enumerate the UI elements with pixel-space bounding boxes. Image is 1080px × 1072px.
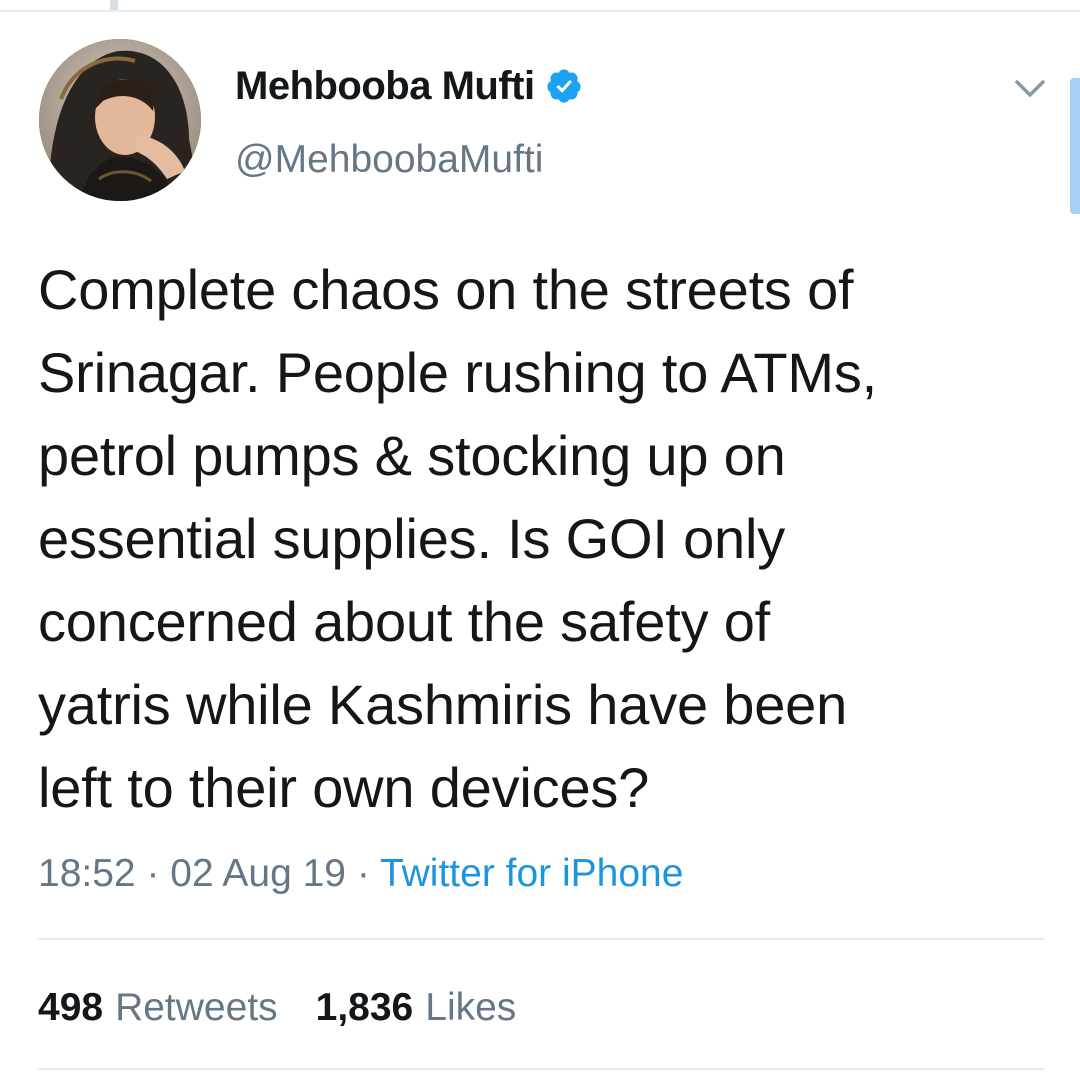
meta-separator: · bbox=[146, 852, 160, 895]
likes-label: Likes bbox=[425, 986, 517, 1029]
retweets-stat[interactable]: 498 Retweets bbox=[38, 984, 278, 1032]
retweets-label: Retweets bbox=[115, 986, 278, 1029]
meta-separator: · bbox=[356, 852, 370, 895]
author-display-name[interactable]: Mehbooba Mufti bbox=[235, 62, 535, 110]
tweet-source-link[interactable]: Twitter for iPhone bbox=[380, 852, 683, 895]
bottom-divider bbox=[38, 1068, 1044, 1070]
chevron-down-icon[interactable] bbox=[1010, 68, 1050, 108]
retweets-count: 498 bbox=[38, 986, 104, 1029]
top-edge bbox=[0, 0, 1080, 12]
tweet-text: Complete chaos on the streets of Srinaga… bbox=[38, 258, 878, 819]
avatar[interactable] bbox=[39, 39, 201, 201]
tweet-meta: 18:52 · 02 Aug 19 · Twitter for iPhone bbox=[38, 850, 683, 898]
scroll-indicator[interactable] bbox=[1070, 78, 1080, 214]
likes-count: 1,836 bbox=[315, 986, 414, 1029]
verified-badge-icon bbox=[545, 67, 583, 105]
likes-stat[interactable]: 1,836 Likes bbox=[316, 984, 517, 1032]
avatar-photo bbox=[39, 39, 201, 201]
tweet-time: 18:52 bbox=[38, 852, 136, 895]
tweet-date: 02 Aug 19 bbox=[170, 852, 346, 895]
author-name-row[interactable]: Mehbooba Mufti bbox=[235, 62, 583, 110]
author-username[interactable]: @MehboobaMufti bbox=[235, 136, 543, 184]
top-edge-tick bbox=[110, 0, 118, 10]
divider bbox=[38, 938, 1044, 940]
tweet-stats: 498 Retweets 1,836 Likes bbox=[38, 984, 516, 1032]
